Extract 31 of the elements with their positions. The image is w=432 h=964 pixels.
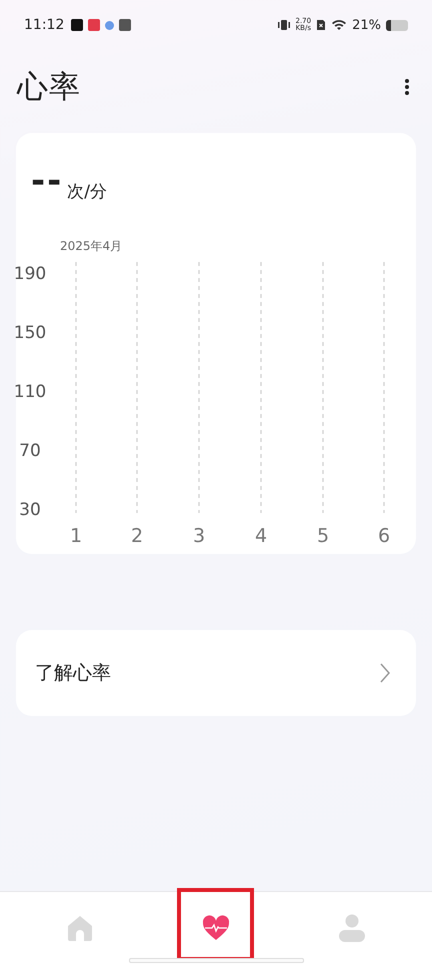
x-axis-label: 3 <box>192 525 206 547</box>
chevron-right-icon <box>380 662 390 684</box>
y-axis-label: 110 <box>14 382 46 402</box>
battery-percent: 21% <box>352 18 381 32</box>
chart-period-label: 2025年4月 <box>60 239 122 253</box>
x-axis-label: 1 <box>70 525 82 547</box>
status-time: 11:12 <box>24 17 64 33</box>
sim-card-icon <box>316 19 326 31</box>
learn-heart-rate-row[interactable]: 了解心率 <box>16 630 416 716</box>
y-axis-label: 70 <box>19 441 41 461</box>
x-axis-label: 6 <box>378 525 390 547</box>
home-icon <box>65 913 95 943</box>
battery-icon <box>386 20 408 30</box>
profile-icon <box>337 913 367 943</box>
x-axis-label: 4 <box>254 525 268 547</box>
vibrate-icon <box>276 19 290 31</box>
app-notification-icon <box>88 19 100 31</box>
app-notification-icon <box>119 19 132 31</box>
x-axis-label: 2 <box>130 525 144 547</box>
wifi-icon <box>331 19 348 31</box>
y-axis-label: 150 <box>14 323 46 343</box>
y-axis-label: 190 <box>14 264 46 284</box>
y-axis-label: 30 <box>19 500 41 520</box>
x-axis-label: 5 <box>316 525 330 547</box>
heart-rate-value: -- <box>31 166 64 196</box>
heart-rate-unit: 次/分 <box>67 182 107 202</box>
app-notification-icon <box>105 20 114 30</box>
page-title: 心率 <box>17 68 81 107</box>
app-notification-icon <box>71 19 84 31</box>
more-options-icon[interactable] <box>404 78 410 96</box>
heart-pulse-icon <box>201 913 231 943</box>
